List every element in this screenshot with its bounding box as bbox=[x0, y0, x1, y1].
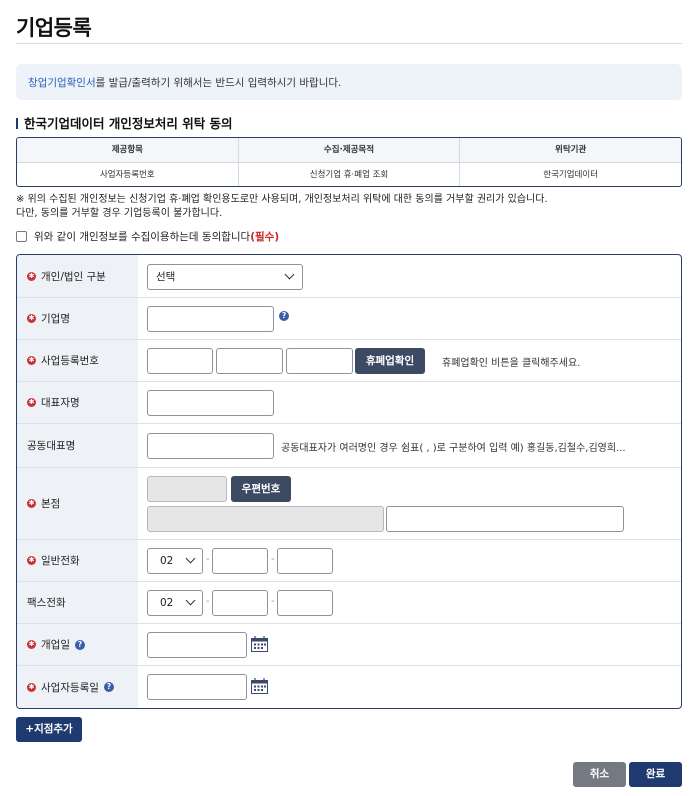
postcode-button[interactable]: 우편번호 bbox=[231, 476, 291, 502]
done-button[interactable]: 완료 bbox=[629, 762, 682, 787]
help-icon[interactable]: ? bbox=[279, 311, 289, 321]
field-label: ✱ 개인/법인 구분 bbox=[17, 255, 138, 297]
page-title: 기업등록 bbox=[16, 16, 92, 40]
section-bar bbox=[16, 118, 18, 129]
row-biz-reg-no: ✱ 사업등록번호 휴폐업확인 휴폐업확인 비튼을 클릭해주세요. bbox=[17, 340, 681, 382]
header-cell: 제공항목 bbox=[17, 138, 239, 162]
co-ceo-input[interactable] bbox=[147, 433, 274, 459]
row-company-name: ✱ 기업명 ? bbox=[17, 298, 681, 340]
address-detail-input[interactable] bbox=[386, 506, 624, 532]
row-co-ceo: 공동대표명 공동대표자가 여러명인 경우 쉼표( , )로 구분하여 입력 예)… bbox=[17, 424, 681, 468]
phone-last-input[interactable] bbox=[277, 548, 333, 574]
table-cell: 한국기업데이터 bbox=[543, 170, 599, 180]
separator: - bbox=[271, 596, 275, 607]
required-icon: ✱ bbox=[27, 314, 36, 323]
ceo-name-input[interactable] bbox=[147, 390, 274, 416]
biz-reg-no-part2[interactable] bbox=[216, 348, 283, 374]
field-label: ✱ 본점 bbox=[17, 468, 138, 539]
address-input bbox=[147, 506, 384, 532]
field-label: 팩스전화 bbox=[17, 582, 138, 623]
help-icon[interactable]: ? bbox=[74, 639, 85, 650]
postcode-input bbox=[147, 476, 227, 502]
consent-section-title: 한국기업데이터 개인정보처리 위탁 동의 bbox=[16, 113, 233, 132]
required-icon: ✱ bbox=[27, 682, 36, 692]
cancel-button[interactable]: 취소 bbox=[573, 762, 626, 787]
table-cell: 신청기업 휴·폐업 조회 bbox=[239, 163, 461, 186]
separator: - bbox=[206, 554, 210, 565]
consent-table-header: 제공항목 수집·제공목적 위탁기관 bbox=[17, 138, 681, 163]
notice-box: 창업기업확인서를 발급/출력하기 위해서는 반드시 입력하시기 바랍니다. bbox=[16, 64, 682, 100]
consent-note: ※ 위의 수집된 개인정보는 신청기업 휴·폐업 확인용도로만 사용되며, 개인… bbox=[16, 194, 548, 219]
field-label: ✱ 일반전화 bbox=[17, 540, 138, 581]
required-icon: ✱ bbox=[27, 499, 36, 508]
separator: - bbox=[271, 554, 275, 565]
notice-link[interactable]: 창업기업확인서 bbox=[28, 77, 96, 89]
required-icon: ✱ bbox=[27, 398, 36, 407]
company-form: ✱ 개인/법인 구분 선택 ✱ 기업명 ? ✱ 사업등록번호 휴폐업확인 휴폐업확인 … bbox=[16, 254, 682, 709]
row-phone: ✱ 일반전화 02 - - bbox=[17, 540, 681, 582]
calendar-icon[interactable] bbox=[251, 636, 268, 652]
required-tag: (필수) bbox=[250, 231, 280, 243]
field-label: ✱ 대표자명 bbox=[17, 382, 138, 423]
required-icon: ✱ bbox=[27, 356, 36, 365]
consent-agree-label: 위와 같이 개인정보를 수집이용하는데 동의합니다 bbox=[34, 231, 251, 243]
required-icon: ✱ bbox=[27, 640, 36, 649]
biz-reg-date-input[interactable] bbox=[147, 674, 247, 700]
help-icon[interactable]: ? bbox=[103, 682, 114, 692]
phone-area-select[interactable]: 02 bbox=[147, 548, 203, 574]
header-cell: 위탁기관 bbox=[555, 145, 587, 155]
field-label: ✱ 사업자등록일? bbox=[17, 666, 138, 708]
add-branch-button[interactable]: +지점추가 bbox=[16, 717, 82, 742]
title-divider bbox=[16, 43, 682, 44]
separator: - bbox=[206, 596, 210, 607]
fax-last-input[interactable] bbox=[277, 590, 333, 616]
fax-mid-input[interactable] bbox=[212, 590, 268, 616]
row-headquarters: ✱ 본점 우편번호 bbox=[17, 468, 681, 540]
table-cell: 사업자등록번호 bbox=[17, 163, 239, 186]
field-label: 공동대표명 bbox=[17, 424, 138, 467]
consent-checkbox[interactable] bbox=[16, 231, 27, 242]
field-label: ✱ 기업명 bbox=[17, 298, 138, 339]
required-icon: ✱ bbox=[27, 556, 36, 565]
row-fax: 팩스전화 02 - - bbox=[17, 582, 681, 624]
entity-type-select[interactable]: 선택 bbox=[147, 264, 303, 290]
required-icon: ✱ bbox=[27, 271, 36, 281]
biz-reg-no-part1[interactable] bbox=[147, 348, 213, 374]
row-open-date: ✱ 개업일? bbox=[17, 624, 681, 666]
consent-table-row: 사업자등록번호 신청기업 휴·폐업 조회 한국기업데이터 bbox=[17, 163, 681, 186]
consent-table: 제공항목 수집·제공목적 위탁기관 사업자등록번호 신청기업 휴·폐업 조회 한… bbox=[16, 137, 682, 187]
field-label: ✱ 개업일? bbox=[17, 624, 138, 665]
co-ceo-hint: 공동대표자가 여러명인 경우 쉼표( , )로 구분하여 입력 예) 홍길동,김… bbox=[281, 443, 626, 454]
closure-check-button[interactable]: 휴폐업확인 bbox=[355, 348, 425, 374]
notice-text: 를 발급/출력하기 위해서는 반드시 입력하시기 바랍니다. bbox=[95, 77, 342, 89]
row-biz-reg-date: ✱ 사업자등록일? bbox=[17, 666, 681, 708]
phone-mid-input[interactable] bbox=[212, 548, 268, 574]
fax-area-select[interactable]: 02 bbox=[147, 590, 203, 616]
row-entity-type: ✱ 개인/법인 구분 선택 bbox=[17, 255, 681, 298]
calendar-icon[interactable] bbox=[251, 678, 268, 694]
header-cell: 수집·제공목적 bbox=[239, 138, 461, 162]
row-ceo-name: ✱ 대표자명 bbox=[17, 382, 681, 424]
biz-reg-no-part3[interactable] bbox=[286, 348, 353, 374]
company-name-input[interactable] bbox=[147, 306, 274, 332]
field-label: ✱ 사업등록번호 bbox=[17, 340, 138, 381]
biz-reg-hint: 휴폐업확인 비튼을 클릭해주세요. bbox=[442, 358, 581, 369]
open-date-input[interactable] bbox=[147, 632, 247, 658]
consent-agree[interactable]: 위와 같이 개인정보를 수집이용하는데 동의합니다 (필수) bbox=[16, 229, 279, 244]
